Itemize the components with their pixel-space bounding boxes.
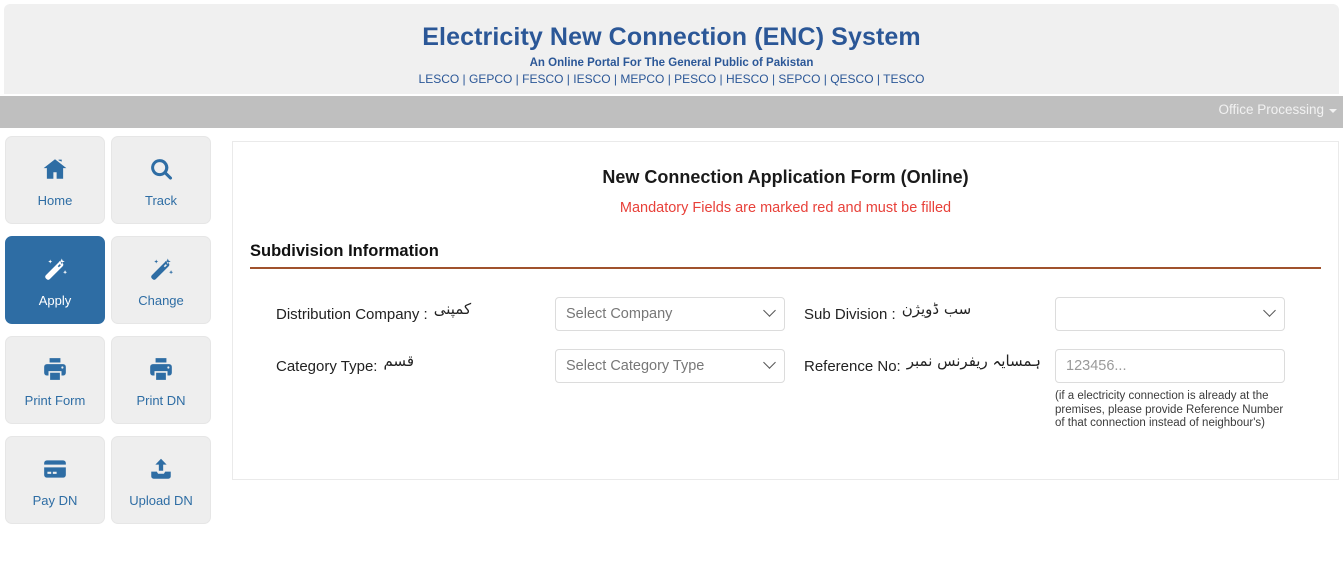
reference-no-input[interactable]	[1055, 349, 1285, 383]
distribution-company-control: Select Company	[555, 297, 790, 331]
subdivision-fields: Distribution Company : کمپنی Select Comp…	[233, 297, 1338, 431]
header-disco-list: LESCO | GEPCO | FESCO | IESCO | MEPCO | …	[418, 72, 925, 86]
content-panel: New Connection Application Form (Online)…	[232, 141, 1339, 480]
label-distribution-company-ur: کمپنی	[433, 300, 472, 318]
search-icon	[149, 152, 174, 186]
printer-icon	[148, 352, 174, 386]
label-category-type-ur: قسم	[383, 352, 414, 370]
label-distribution-company-en: Distribution Company :	[276, 306, 428, 323]
reference-no-control: (if a electricity connection is already …	[1055, 349, 1320, 431]
site-header: Electricity New Connection (ENC) System …	[4, 4, 1339, 94]
chevron-down-icon	[1329, 109, 1337, 113]
label-category-type-en: Category Type:	[276, 358, 378, 375]
sidebar-item-home[interactable]: Home	[5, 136, 105, 224]
sidebar-item-label: Home	[37, 193, 73, 208]
category-type-select[interactable]: Select Category Type	[555, 349, 785, 383]
top-navbar: Office Processing	[0, 96, 1343, 128]
label-reference-no-ur: ہمسایہ ریفرنس نمبر	[906, 352, 1041, 370]
label-sub-division-ur: سب ڈویژن	[901, 300, 972, 318]
distribution-company-select-wrap: Select Company	[555, 297, 785, 331]
magic-wand-icon	[148, 252, 175, 286]
sidebar-item-change[interactable]: Change	[111, 236, 211, 324]
label-distribution-company: Distribution Company : کمپنی	[250, 297, 555, 331]
category-type-select-wrap: Select Category Type	[555, 349, 785, 383]
sidebar-item-print-form[interactable]: Print Form	[5, 336, 105, 424]
sub-division-select[interactable]	[1055, 297, 1285, 331]
label-sub-division: Sub Division : سب ڈویژن	[790, 297, 1055, 331]
upload-icon	[148, 452, 174, 486]
reference-no-hint: (if a electricity connection is already …	[1055, 390, 1284, 429]
section-divider	[250, 267, 1321, 269]
page-root: Electricity New Connection (ENC) System …	[0, 0, 1343, 579]
magic-wand-icon	[42, 252, 69, 286]
sidebar-item-label: Print Form	[24, 393, 86, 408]
home-icon	[42, 152, 68, 186]
credit-card-icon	[42, 452, 68, 486]
sidebar-item-track[interactable]: Track	[111, 136, 211, 224]
category-type-control: Select Category Type	[555, 349, 790, 383]
label-category-type: Category Type: قسم	[250, 349, 555, 383]
sidebar-item-label: Print DN	[136, 393, 186, 408]
sidebar-item-label: Track	[144, 193, 178, 208]
nav-item-label: Office Processing	[1218, 102, 1324, 117]
sidebar-item-label: Apply	[38, 293, 72, 308]
nav-item-office-processing[interactable]: Office Processing	[1218, 102, 1337, 117]
section-title-subdivision: Subdivision Information	[250, 242, 439, 260]
sidebar-item-apply[interactable]: Apply	[5, 236, 105, 324]
sidebar-item-label: Change	[138, 293, 184, 308]
sidebar-item-label: Pay DN	[32, 493, 78, 508]
label-reference-no: Reference No: ہمسایہ ریفرنس نمبر	[790, 349, 1055, 383]
sidebar-item-pay-dn[interactable]: Pay DN	[5, 436, 105, 524]
label-sub-division-en: Sub Division :	[804, 306, 896, 323]
sidebar-item-upload-dn[interactable]: Upload DN	[111, 436, 211, 524]
form-mandatory-note: Mandatory Fields are marked red and must…	[619, 200, 952, 216]
header-subtitle: An Online Portal For The General Public …	[529, 57, 814, 69]
distribution-company-select[interactable]: Select Company	[555, 297, 785, 331]
sub-division-select-wrap	[1055, 297, 1285, 331]
page-title: Electricity New Connection (ENC) System	[422, 23, 921, 51]
form-title: New Connection Application Form (Online)	[602, 167, 969, 187]
sidebar-item-label: Upload DN	[129, 493, 193, 508]
sub-division-control	[1055, 297, 1320, 331]
printer-icon	[42, 352, 68, 386]
label-reference-no-en: Reference No:	[804, 358, 901, 375]
sidebar-item-print-dn[interactable]: Print DN	[111, 336, 211, 424]
sidebar-nav: Home Track Apply Change Print Form Print DN Pa…	[5, 136, 217, 524]
